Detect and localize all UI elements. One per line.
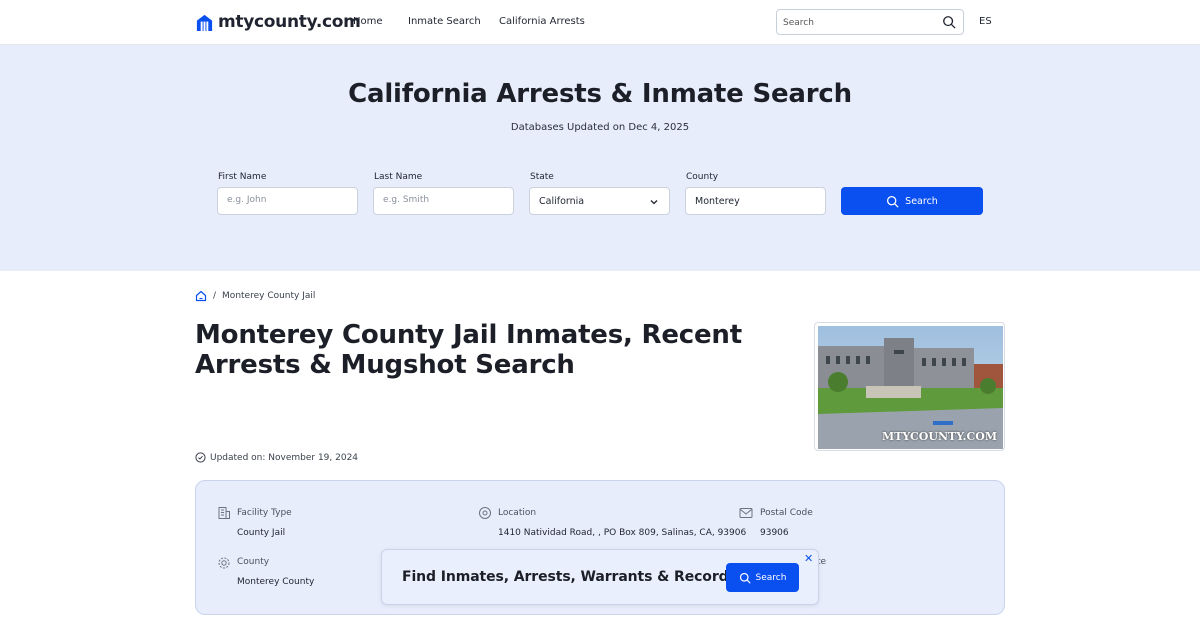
banner-search-button-label: Search (755, 572, 787, 583)
last-name-field (373, 187, 514, 215)
language-toggle[interactable]: ES (979, 16, 992, 27)
first-name-label: First Name (218, 172, 267, 182)
location-value: 1410 Natividad Road, , PO Box 809, Salin… (498, 528, 747, 538)
logo-text: mtycounty.com (218, 12, 361, 32)
photo-watermark: MTYCOUNTY.COM (882, 430, 997, 443)
hero-search-section: California Arrests & Inmate Search Datab… (0, 45, 1200, 271)
location-label: Location (498, 508, 537, 518)
floating-search-banner: Find Inmates, Arrests, Warrants & Record… (381, 549, 819, 605)
header-search-input[interactable] (783, 14, 933, 31)
state-select-value: California (539, 196, 585, 207)
first-name-input[interactable] (227, 195, 347, 205)
postal-code-value: 93906 (760, 528, 789, 538)
hero-title: California Arrests & Inmate Search (348, 79, 852, 109)
building-icon (218, 507, 230, 519)
last-name-label: Last Name (374, 172, 423, 182)
facility-photo: MTYCOUNTY.COM (814, 322, 1005, 451)
breadcrumb: / Monterey County Jail (195, 290, 315, 302)
banner-search-button[interactable]: Search (726, 563, 799, 592)
county-field[interactable]: Monterey (685, 187, 826, 215)
search-icon (887, 195, 899, 207)
breadcrumb-current[interactable]: Monterey County Jail (222, 291, 315, 301)
envelope-icon (739, 508, 753, 518)
search-icon[interactable] (942, 15, 956, 29)
page-title: Monterey County Jail Inmates, Recent Arr… (195, 320, 742, 380)
clock-check-icon (195, 452, 206, 463)
facility-photo-image: MTYCOUNTY.COM (818, 326, 1003, 449)
nav-inmate-search[interactable]: Inmate Search (408, 16, 481, 27)
state-label: State (530, 172, 554, 182)
search-icon (739, 572, 751, 583)
facility-type-label: Facility Type (237, 508, 292, 518)
hero-search-button[interactable]: Search (841, 187, 983, 215)
hero-subtitle: Databases Updated on Dec 4, 2025 (510, 122, 690, 133)
close-icon[interactable]: ✕ (804, 552, 813, 565)
hero-search-button-label: Search (905, 195, 938, 207)
last-name-input[interactable] (383, 195, 503, 205)
updated-date: Updated on: November 19, 2024 (195, 452, 358, 463)
county-field-value: Monterey (695, 196, 740, 207)
updated-date-text: Updated on: November 19, 2024 (210, 452, 359, 463)
home-icon[interactable] (195, 290, 207, 302)
postal-code-label: Postal Code (760, 508, 813, 518)
site-logo[interactable]: mtycounty.com (195, 12, 361, 32)
site-header: mtycounty.com Home Inmate Search Califor… (0, 0, 1200, 45)
first-name-field (217, 187, 358, 215)
breadcrumb-separator: / (213, 291, 217, 301)
nav-california-arrests[interactable]: California Arrests (499, 16, 585, 27)
county-label: County (686, 172, 719, 182)
location-pin-icon (479, 507, 491, 519)
nav-home[interactable]: Home (353, 16, 383, 27)
banner-text: Find Inmates, Arrests, Warrants & Record… (402, 569, 737, 585)
state-select[interactable]: California (529, 187, 670, 215)
header-search-box (776, 9, 964, 35)
logo-icon (196, 14, 213, 31)
county-info-label: County (237, 557, 270, 567)
gear-icon (218, 557, 230, 569)
facility-type-value: County Jail (237, 528, 286, 538)
county-info-value: Monterey County (237, 577, 315, 587)
chevron-down-icon (650, 200, 658, 205)
